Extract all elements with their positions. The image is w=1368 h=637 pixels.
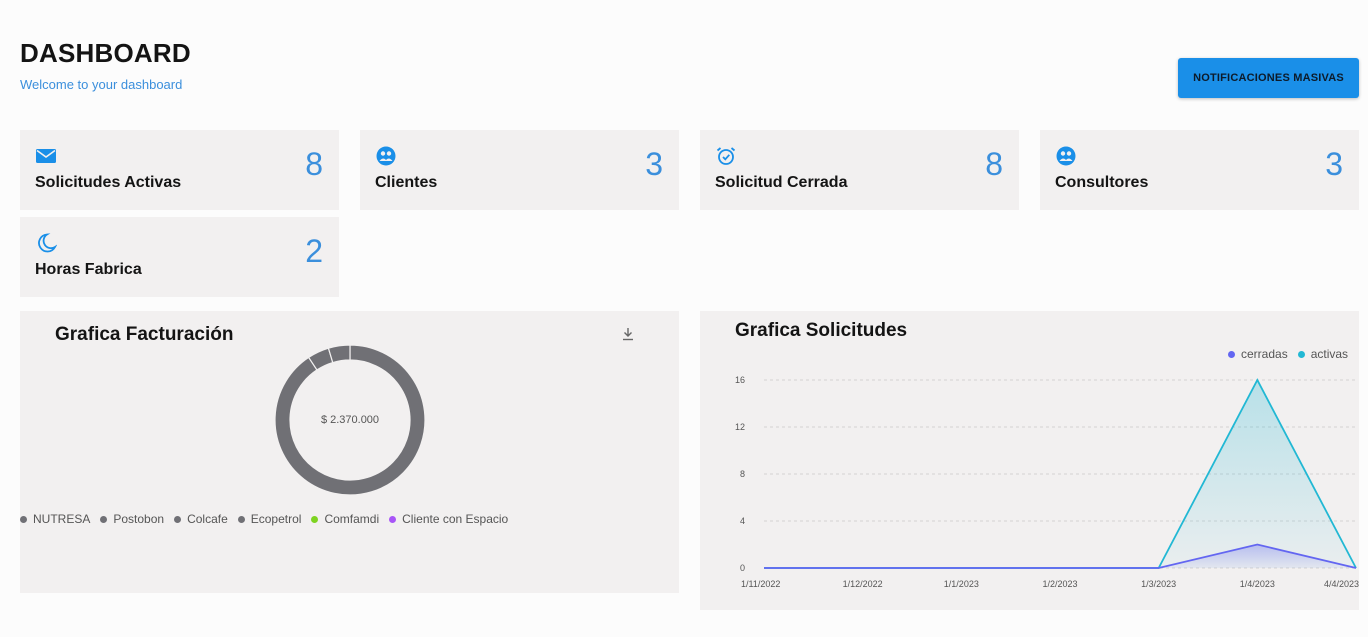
legend-label: NUTRESA: [33, 512, 91, 526]
stat-card-solicitud-cerrada[interactable]: Solicitud Cerrada 8: [700, 130, 1019, 210]
moon-icon: [38, 233, 57, 253]
facturacion-legend: NUTRESA Postobon Colcafe Ecopetrol Comfa…: [20, 512, 508, 526]
y-tick-label: 0: [740, 563, 745, 573]
users-icon: [1056, 146, 1076, 166]
series-area-cerradas: [764, 544, 1356, 568]
x-tick-label: 1/11/2022: [741, 579, 780, 589]
users-icon: [376, 146, 396, 166]
page-subtitle: Welcome to your dashboard: [20, 77, 183, 92]
stat-card-clientes[interactable]: Clientes 3: [360, 130, 679, 210]
page-title: DASHBOARD: [20, 38, 191, 68]
stat-label: Solicitud Cerrada: [715, 174, 848, 191]
stat-label: Consultores: [1055, 174, 1149, 191]
legend-item-nutresa[interactable]: NUTRESA: [20, 512, 90, 526]
notificaciones-masivas-button[interactable]: NOTIFICACIONES MASIVAS: [1178, 58, 1359, 98]
page-header: DASHBOARD Welcome to your dashboard: [20, 38, 191, 92]
x-tick-label: 1/1/2023: [944, 579, 979, 589]
legend-item-ecopetrol[interactable]: Ecopetrol: [237, 512, 302, 526]
legend-item-postobon[interactable]: Postobon: [100, 512, 164, 526]
x-tick-label: 4/4/2023: [1324, 579, 1359, 589]
legend-label: Ecopetrol: [250, 512, 302, 526]
legend-dot: [389, 515, 397, 523]
y-tick-label: 16: [735, 375, 745, 385]
legend-item-colcafe[interactable]: Colcafe: [174, 512, 228, 526]
legend-dot: [237, 515, 245, 523]
x-tick-label: 1/3/2023: [1141, 579, 1176, 589]
stat-value: 3: [645, 146, 663, 182]
x-tick-label: 1/2/2023: [1042, 579, 1077, 589]
stat-label: Horas Fabrica: [35, 261, 142, 278]
alarm-clock-icon: [716, 147, 736, 165]
legend-label: Postobon: [113, 512, 165, 526]
legend-dot: [100, 515, 108, 523]
legend-dot: [20, 515, 27, 523]
x-tick-label: 1/12/2022: [843, 579, 883, 589]
stat-card-consultores[interactable]: Consultores 3: [1040, 130, 1359, 210]
legend-item-cliente-con-espacio[interactable]: Cliente con Espacio: [389, 512, 508, 526]
stat-value: 2: [305, 233, 323, 269]
x-tick-label: 1/4/2023: [1240, 579, 1275, 589]
download-icon[interactable]: [620, 326, 636, 342]
legend-dot: [174, 515, 182, 523]
legend-label: Comfamdi: [324, 512, 380, 526]
y-tick-label: 4: [740, 516, 745, 526]
stat-value: 3: [1325, 146, 1343, 182]
mail-icon: [36, 149, 56, 163]
stat-value: 8: [305, 146, 323, 182]
legend-item-comfamdi[interactable]: Comfamdi: [311, 512, 379, 526]
facturacion-chart-title: Grafica Facturación: [55, 324, 234, 345]
legend-dot: [311, 515, 319, 523]
solicitudes-line-chart: 0 4 8 12 16 1/11/2022 1/12/2022 1/1/2023 1/2/20…: [735, 375, 1359, 589]
stat-card-solicitudes-activas[interactable]: Solicitudes Activas 8: [20, 130, 339, 210]
facturacion-donut-chart: $ 2.370.000: [274, 344, 426, 496]
y-tick-label: 12: [735, 422, 745, 432]
y-tick-label: 8: [740, 469, 745, 479]
stat-label: Solicitudes Activas: [35, 174, 182, 191]
donut-slice-colcafe[interactable]: [327, 344, 351, 364]
stat-card-horas-fabrica[interactable]: Horas Fabrica 2: [20, 217, 339, 297]
donut-center-label: $ 2.370.000: [321, 414, 379, 426]
legend-label: Colcafe: [187, 512, 228, 526]
stat-value: 8: [985, 146, 1003, 182]
stat-label: Clientes: [375, 174, 438, 191]
legend-label: Cliente con Espacio: [402, 512, 509, 526]
